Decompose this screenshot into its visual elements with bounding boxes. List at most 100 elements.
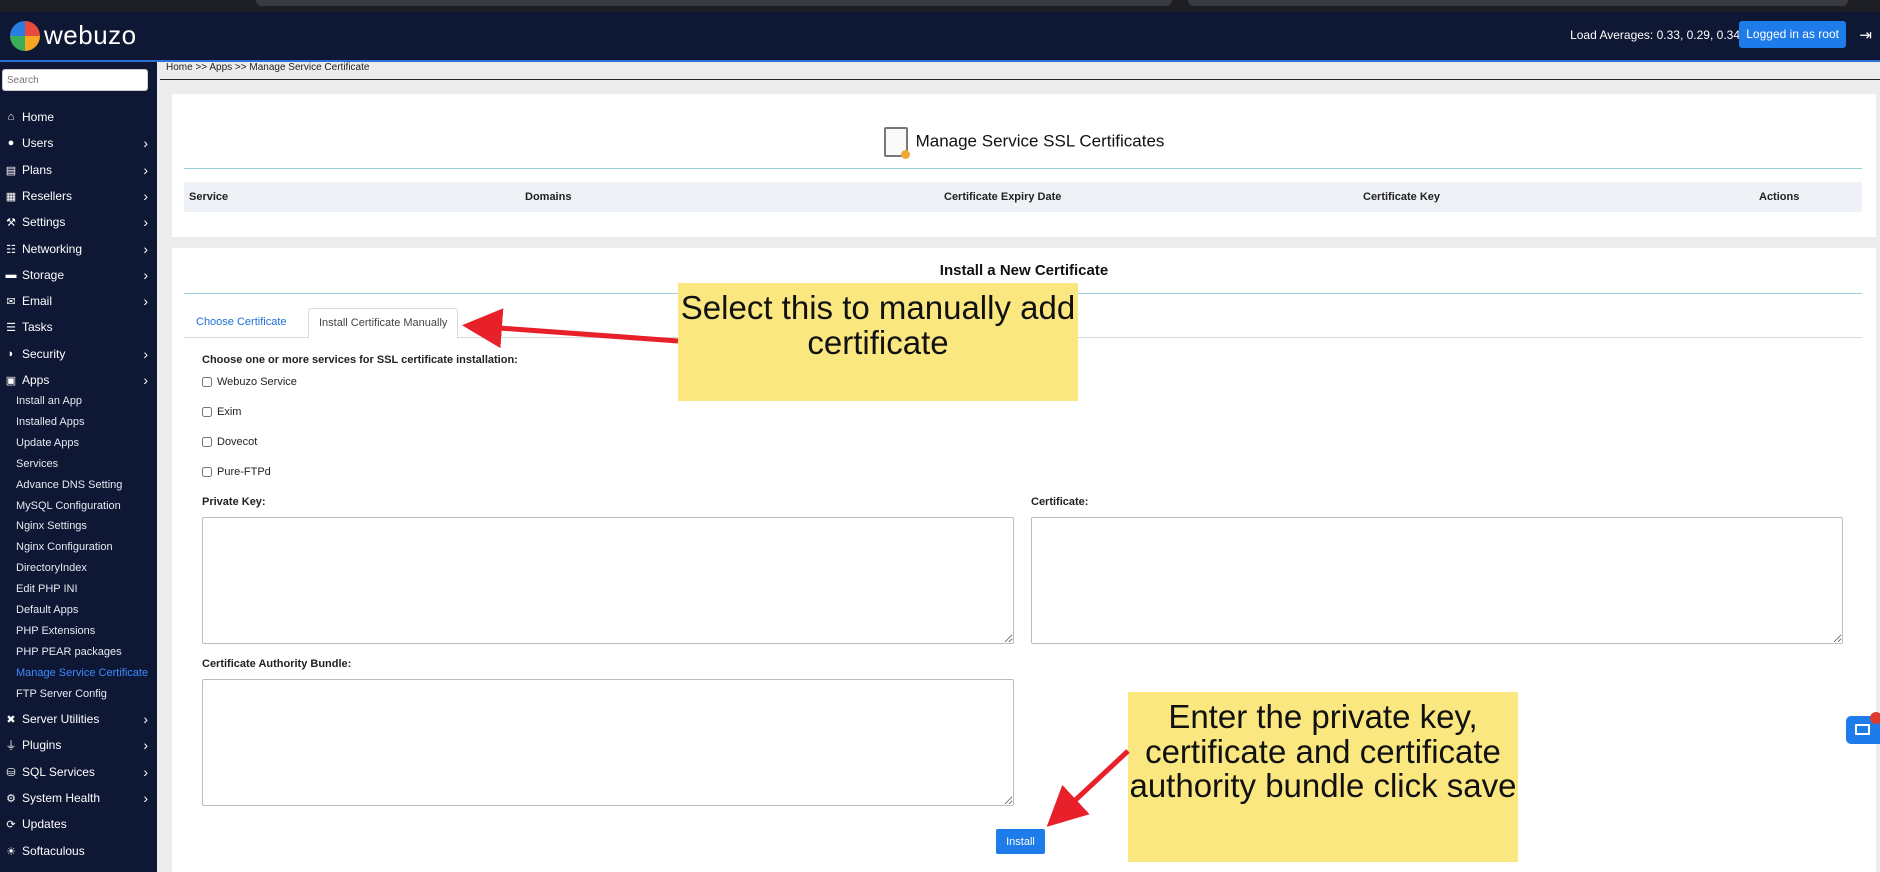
column-expiry-date: Certificate Expiry Date xyxy=(944,191,1062,203)
tab-choose-certificate[interactable]: Choose Certificate xyxy=(186,308,297,337)
sidebar-subitem-php-extensions[interactable]: PHP Extensions xyxy=(16,622,95,640)
install-button[interactable]: Install xyxy=(996,829,1045,854)
chevron-right-icon: › xyxy=(143,790,148,806)
sidebar: ⌂ Home ● Users › ▤ Plans › ▦ Resellers › ⚒ Settings ›… xyxy=(0,62,157,872)
webuzo-service-checkbox[interactable] xyxy=(202,377,212,387)
sidebar-item-updates[interactable]: ⟳ Updates xyxy=(0,813,157,835)
chevron-right-icon: › xyxy=(143,737,148,753)
search-input[interactable] xyxy=(2,69,148,91)
column-domains: Domains xyxy=(525,191,572,203)
service-pureftpd-option[interactable]: Pure-FTPd xyxy=(202,464,271,480)
sidebar-item-label: Plugins xyxy=(22,738,62,752)
services-label: Choose one or more services for SSL cert… xyxy=(202,354,518,366)
sidebar-subitem-installed-apps[interactable]: Installed Apps xyxy=(16,413,85,431)
sidebar-item-system-health[interactable]: ⚙ System Health › xyxy=(0,787,157,809)
sidebar-subitem-manage-service-certificate[interactable]: Manage Service Certificate xyxy=(16,664,148,682)
brand-name: webuzo xyxy=(44,20,137,50)
sidebar-item-softaculous[interactable]: ☀ Softaculous xyxy=(0,840,157,862)
logout-icon[interactable]: ⇥ xyxy=(1859,26,1872,44)
load-averages: Load Averages: 0.33, 0.29, 0.34 xyxy=(1570,28,1740,42)
chevron-right-icon: › xyxy=(143,346,148,362)
softaculous-icon: ☀ xyxy=(6,845,16,858)
sidebar-subitem-update-apps[interactable]: Update Apps xyxy=(16,434,79,452)
sidebar-item-label: Plans xyxy=(22,163,53,177)
sidebar-item-label: Email xyxy=(22,294,53,308)
sidebar-subitem-nginx-settings[interactable]: Nginx Settings xyxy=(16,517,87,535)
manual-tab-callout: Select this to manually add certificate xyxy=(678,283,1078,401)
sidebar-item-apps[interactable]: ▣ Apps › xyxy=(0,369,157,391)
exim-checkbox[interactable] xyxy=(202,407,212,417)
sidebar-subitem-php-pear-packages[interactable]: PHP PEAR packages xyxy=(16,643,122,661)
dovecot-checkbox[interactable] xyxy=(202,437,212,447)
browser-tab-strip[interactable] xyxy=(1188,0,1848,6)
chevron-right-icon: › xyxy=(143,764,148,780)
sidebar-item-label: System Health xyxy=(22,791,101,805)
chevron-right-icon: › xyxy=(143,135,148,151)
certificates-card: Manage Service SSL Certificates Service … xyxy=(172,94,1876,237)
sidebar-item-resellers[interactable]: ▦ Resellers › xyxy=(0,185,157,207)
sidebar-subitem-nginx-configuration[interactable]: Nginx Configuration xyxy=(16,538,113,556)
sidebar-item-settings[interactable]: ⚒ Settings › xyxy=(0,211,157,233)
webuzo-logo-icon xyxy=(10,20,40,51)
home-icon: ⌂ xyxy=(7,111,15,123)
browser-chrome xyxy=(0,0,1880,12)
sidebar-subitem-ftp-server-config[interactable]: FTP Server Config xyxy=(16,685,107,703)
tools-icon: ✖ xyxy=(6,713,16,726)
ca-bundle-textarea[interactable] xyxy=(202,679,1014,806)
news-icon xyxy=(1855,724,1870,735)
sidebar-item-label: Updates xyxy=(22,817,67,831)
sidebar-subitem-services[interactable]: Services xyxy=(16,455,58,473)
breadcrumb-divider xyxy=(160,79,1880,80)
service-dovecot-option[interactable]: Dovecot xyxy=(202,434,257,450)
certificates-title: Manage Service SSL Certificates xyxy=(915,131,1165,151)
chevron-right-icon: › xyxy=(143,267,148,283)
sidebar-item-label: Server Utilities xyxy=(22,712,100,726)
pureftpd-checkbox[interactable] xyxy=(202,467,212,477)
chevron-right-icon: › xyxy=(143,711,148,727)
sidebar-item-security[interactable]: ◗ Security › xyxy=(0,343,157,365)
notification-badge xyxy=(1870,712,1880,724)
network-icon: ☷ xyxy=(6,243,16,256)
sidebar-item-plans[interactable]: ▤ Plans › xyxy=(0,159,157,181)
sidebar-item-plugins[interactable]: ⏚ Plugins › xyxy=(0,734,157,756)
sidebar-subitem-directoryindex[interactable]: DirectoryIndex xyxy=(16,559,87,577)
health-icon: ⚙ xyxy=(6,792,16,805)
service-exim-option[interactable]: Exim xyxy=(202,404,241,420)
sidebar-subitem-edit-php-ini[interactable]: Edit PHP INI xyxy=(16,580,78,598)
logged-in-button[interactable]: Logged in as root xyxy=(1739,21,1846,48)
sidebar-item-home[interactable]: ⌂ Home xyxy=(0,106,157,128)
sidebar-item-networking[interactable]: ☷ Networking › xyxy=(0,238,157,260)
sidebar-item-label: Resellers xyxy=(22,189,73,203)
plug-icon: ⏚ xyxy=(5,740,17,752)
ca-bundle-label: Certificate Authority Bundle: xyxy=(202,658,352,670)
sidebar-item-email[interactable]: ✉ Email › xyxy=(0,290,157,312)
sidebar-item-label: Networking xyxy=(22,242,83,256)
sidebar-item-server-utilities[interactable]: ✖ Server Utilities › xyxy=(0,708,157,730)
sidebar-item-tasks[interactable]: ☰ Tasks xyxy=(0,316,157,338)
browser-address-bar[interactable] xyxy=(256,0,1172,6)
sidebar-subitem-default-apps[interactable]: Default Apps xyxy=(16,601,78,619)
chevron-right-icon: › xyxy=(143,293,148,309)
sidebar-item-users[interactable]: ● Users › xyxy=(0,132,157,154)
wrench-icon: ⚒ xyxy=(6,216,16,229)
sidebar-subitem-install-an-app[interactable]: Install an App xyxy=(16,392,82,410)
refresh-icon: ⟳ xyxy=(6,818,16,831)
plans-icon: ▤ xyxy=(5,164,17,177)
sidebar-item-storage[interactable]: ▬ Storage › xyxy=(0,264,157,286)
sidebar-subitem-advance-dns-setting[interactable]: Advance DNS Setting xyxy=(16,476,122,494)
resellers-icon: ▦ xyxy=(5,190,17,203)
envelope-icon: ✉ xyxy=(6,295,16,308)
column-actions: Actions xyxy=(1759,191,1800,203)
certificate-textarea[interactable] xyxy=(1031,517,1843,644)
private-key-textarea[interactable] xyxy=(202,517,1014,644)
brand-logo[interactable]: webuzo xyxy=(10,20,137,51)
shield-icon: ◗ xyxy=(7,348,15,360)
service-webuzo-option[interactable]: Webuzo Service xyxy=(202,374,297,390)
sidebar-item-label: Softaculous xyxy=(22,844,85,858)
sidebar-item-sql-services[interactable]: ⛁ SQL Services › xyxy=(0,761,157,783)
chevron-right-icon: › xyxy=(143,214,148,230)
certificates-table-header: Service Domains Certificate Expiry Date … xyxy=(184,182,1862,212)
tab-install-manually[interactable]: Install Certificate Manually xyxy=(308,308,459,339)
sidebar-subitem-mysql-configuration[interactable]: MySQL Configuration xyxy=(16,497,121,515)
install-title: Install a New Certificate xyxy=(939,262,1109,279)
